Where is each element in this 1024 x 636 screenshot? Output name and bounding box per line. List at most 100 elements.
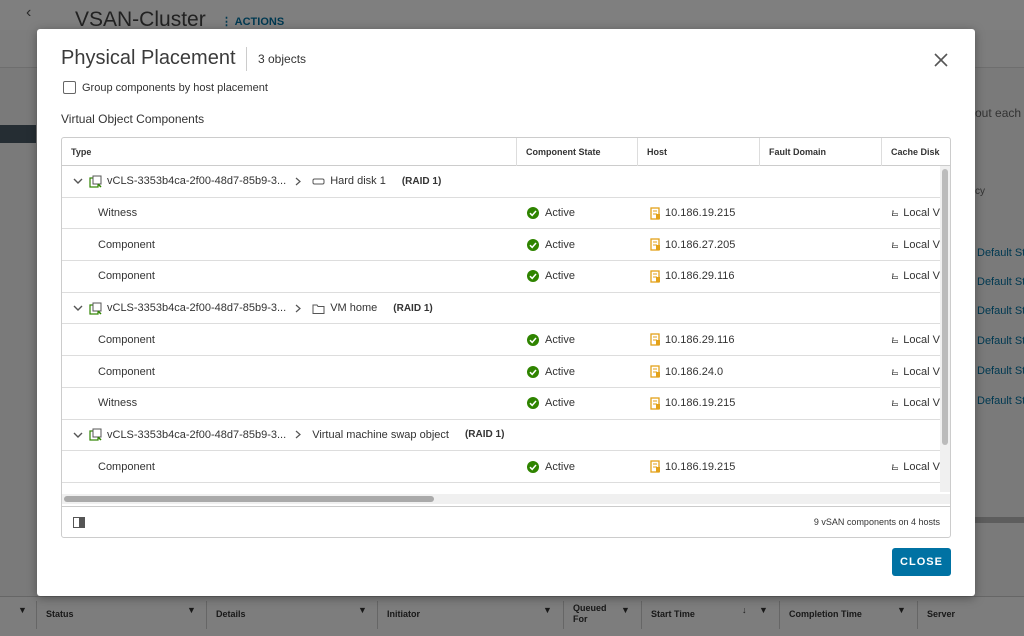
component-type: Component	[98, 460, 155, 473]
component-summary: 9 vSAN components on 4 hosts	[813, 517, 940, 527]
host-icon	[650, 238, 660, 251]
component-row[interactable]: Component Active 10.186.24.0 Local V	[62, 356, 940, 388]
host-address: 10.186.29.116	[665, 333, 735, 346]
cache-disk: Local V	[903, 270, 940, 283]
component-type: Component	[98, 238, 155, 251]
group-by-host-option[interactable]: Group components by host placement	[63, 81, 268, 94]
raid-level: (RAID 1)	[393, 302, 433, 314]
vm-icon	[89, 428, 102, 442]
cache-disk: Local V	[903, 207, 940, 220]
close-icon[interactable]	[930, 49, 952, 71]
cache-disk: Local V	[903, 333, 940, 346]
horizontal-scrollbar[interactable]	[62, 494, 950, 504]
component-state: Active	[545, 397, 575, 410]
cache-disk: Local V	[903, 365, 940, 378]
chevron-down-icon[interactable]	[73, 303, 83, 313]
component-state: Active	[545, 207, 575, 220]
cache-disk: Local V	[903, 397, 940, 410]
close-button[interactable]: CLOSE	[892, 548, 951, 576]
components-grid: Type Component State Host Fault Domain C…	[61, 137, 951, 538]
host-icon	[650, 270, 660, 283]
status-ok-icon	[527, 460, 539, 473]
component-state: Active	[545, 238, 575, 251]
component-type: Component	[98, 333, 155, 346]
status-ok-icon	[527, 333, 539, 346]
component-type: Witness	[98, 397, 138, 410]
component-state: Active	[545, 365, 575, 378]
object-group-row[interactable]: vCLS-3353b4ca-2f00-48d7-85b9-3... Virtual…	[62, 420, 940, 452]
column-host[interactable]: Host	[637, 138, 759, 166]
host-icon	[650, 365, 660, 378]
dialog-title: Physical Placement	[61, 47, 236, 69]
component-row[interactable]: ComponentActive10.186.29.116Local V	[62, 483, 940, 490]
object-name: VM home	[330, 302, 378, 315]
column-type[interactable]: Type	[62, 138, 516, 166]
component-row[interactable]: Witness Active 10.186.19.215 Local V	[62, 388, 940, 420]
vm-name: vCLS-3353b4ca-2f00-48d7-85b9-3...	[107, 175, 287, 188]
host-icon	[650, 397, 660, 410]
cache-disk: Local V	[903, 460, 940, 473]
folder-icon	[312, 304, 325, 314]
component-row[interactable]: Component Active 10.186.27.205 Local V	[62, 229, 940, 262]
object-group-row[interactable]: vCLS-3353b4ca-2f00-48d7-85b9-3... Hard di…	[62, 166, 940, 198]
host-icon	[650, 333, 660, 346]
status-ok-icon	[527, 238, 539, 251]
cache-disk-icon	[891, 368, 899, 375]
column-toggle-icon[interactable]	[73, 517, 85, 528]
column-fault-domain[interactable]: Fault Domain	[759, 138, 881, 166]
hard-disk-icon	[312, 178, 325, 185]
component-row[interactable]: Component Active 10.186.19.215 Local V	[62, 451, 940, 483]
host-address: 10.186.27.205	[665, 238, 736, 251]
host-address: 10.186.19.215	[665, 207, 736, 220]
object-count: 3 objects	[258, 52, 307, 66]
raid-level: (RAID 1)	[401, 175, 442, 187]
group-by-host-label: Group components by host placement	[82, 81, 268, 94]
component-row[interactable]: Component Active 10.186.29.116 Local V	[62, 325, 940, 357]
column-component-state[interactable]: Component State	[516, 138, 637, 166]
chevron-right-icon	[295, 177, 302, 186]
cache-disk-icon	[891, 337, 899, 343]
cache-disk-icon	[891, 273, 899, 280]
group-by-host-checkbox[interactable]	[63, 81, 76, 94]
component-type: Witness	[98, 207, 138, 220]
component-type: Component	[98, 365, 155, 378]
chevron-right-icon	[295, 430, 302, 439]
physical-placement-dialog: Physical Placement 3 objects Group compo…	[37, 29, 975, 596]
host-address: 10.186.19.215	[665, 397, 736, 410]
component-state: Active	[545, 270, 575, 283]
host-address: 10.186.29.116	[665, 270, 735, 283]
host-icon	[650, 460, 660, 473]
grid-rows: vCLS-3353b4ca-2f00-48d7-85b9-3... Hard di…	[62, 166, 940, 490]
cache-disk-icon	[891, 463, 899, 470]
status-ok-icon	[527, 270, 539, 283]
vm-icon	[89, 175, 102, 188]
host-address: 10.186.19.215	[665, 460, 736, 473]
cache-disk: Local V	[903, 238, 940, 251]
chevron-right-icon	[295, 304, 302, 313]
component-state: Active	[545, 460, 575, 473]
vm-name: vCLS-3353b4ca-2f00-48d7-85b9-3...	[107, 302, 287, 315]
grid-footer: 9 vSAN components on 4 hosts	[62, 506, 950, 537]
chevron-down-icon[interactable]	[73, 430, 83, 440]
cache-disk-icon	[891, 400, 899, 407]
title-divider	[246, 47, 247, 71]
component-row[interactable]: Witness Active 10.186.19.215 Local V	[62, 198, 940, 230]
vm-name: vCLS-3353b4ca-2f00-48d7-85b9-3...	[107, 428, 287, 441]
raid-level: (RAID 1)	[464, 429, 505, 441]
object-group-row[interactable]: vCLS-3353b4ca-2f00-48d7-85b9-3... VM home…	[62, 293, 940, 325]
object-name: Virtual machine swap object	[312, 428, 449, 441]
component-row[interactable]: Component Active 10.186.29.116 Local V	[62, 261, 940, 293]
horizontal-scroll-thumb[interactable]	[64, 496, 434, 502]
host-address: 10.186.24.0	[665, 365, 724, 378]
status-ok-icon	[527, 365, 539, 378]
vertical-scroll-thumb[interactable]	[942, 169, 948, 445]
component-state: Active	[545, 333, 575, 346]
host-icon	[650, 206, 660, 220]
status-ok-icon	[527, 397, 539, 410]
chevron-down-icon[interactable]	[73, 176, 83, 186]
vm-icon	[89, 302, 102, 315]
cache-disk-icon	[891, 242, 899, 248]
component-type: Component	[98, 270, 155, 283]
column-cache-disk[interactable]: Cache Disk	[881, 138, 940, 166]
object-name: Hard disk 1	[330, 175, 386, 188]
